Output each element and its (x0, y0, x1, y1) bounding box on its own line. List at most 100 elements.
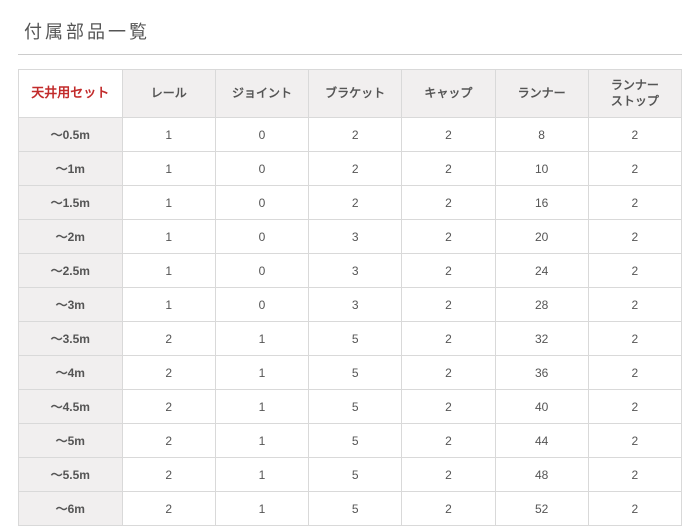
table-cell: 1 (122, 186, 215, 220)
table-cell: 48 (495, 458, 588, 492)
row-header: ～5.5m (19, 458, 123, 492)
table-cell: 2 (588, 152, 681, 186)
table-cell: 2 (588, 458, 681, 492)
table-cell: 2 (588, 118, 681, 152)
table-cell: 10 (495, 152, 588, 186)
table-cell: 2 (402, 424, 495, 458)
table-cell: 2 (402, 254, 495, 288)
page-title: 付属部品一覧 (18, 18, 682, 54)
table-cell: 16 (495, 186, 588, 220)
table-row: ～0.5m102282 (19, 118, 682, 152)
table-cell: 40 (495, 390, 588, 424)
table-cell: 5 (309, 492, 402, 526)
table-row: ～1m1022102 (19, 152, 682, 186)
table-cell: 3 (309, 254, 402, 288)
table-cell: 0 (215, 220, 308, 254)
table-cell: 0 (215, 254, 308, 288)
table-cell: 2 (588, 390, 681, 424)
table-cell: 44 (495, 424, 588, 458)
table-cell: 2 (309, 152, 402, 186)
table-cell: 5 (309, 390, 402, 424)
row-header: ～3m (19, 288, 123, 322)
row-header: ～1.5m (19, 186, 123, 220)
table-cell: 2 (402, 118, 495, 152)
col-header: ブラケット (309, 70, 402, 118)
table-cell: 2 (402, 220, 495, 254)
table-cell: 2 (588, 288, 681, 322)
table-cell: 5 (309, 424, 402, 458)
table-cell: 36 (495, 356, 588, 390)
table-cell: 2 (402, 356, 495, 390)
col-header: ランナー (495, 70, 588, 118)
table-row: ～4m2152362 (19, 356, 682, 390)
table-cell: 2 (309, 186, 402, 220)
table-cell: 2 (402, 186, 495, 220)
table-cell: 0 (215, 118, 308, 152)
table-corner-cell: 天井用セット (19, 70, 123, 118)
table-cell: 1 (215, 322, 308, 356)
table-cell: 1 (122, 220, 215, 254)
table-cell: 2 (402, 390, 495, 424)
table-cell: 1 (215, 356, 308, 390)
table-cell: 2 (402, 288, 495, 322)
table-cell: 2 (588, 186, 681, 220)
table-cell: 28 (495, 288, 588, 322)
table-cell: 2 (402, 492, 495, 526)
row-header: ～5m (19, 424, 123, 458)
table-cell: 2 (588, 424, 681, 458)
table-cell: 1 (215, 390, 308, 424)
table-cell: 3 (309, 220, 402, 254)
table-cell: 24 (495, 254, 588, 288)
row-header: ～6m (19, 492, 123, 526)
table-cell: 20 (495, 220, 588, 254)
table-cell: 2 (588, 220, 681, 254)
table-row: ～1.5m1022162 (19, 186, 682, 220)
table-row: ～3m1032282 (19, 288, 682, 322)
row-header: ～0.5m (19, 118, 123, 152)
table-cell: 2 (122, 458, 215, 492)
table-cell: 2 (402, 152, 495, 186)
table-cell: 5 (309, 458, 402, 492)
table-row: ～5m2152442 (19, 424, 682, 458)
row-header: ～1m (19, 152, 123, 186)
table-row: ～5.5m2152482 (19, 458, 682, 492)
col-header: レール (122, 70, 215, 118)
table-cell: 1 (122, 254, 215, 288)
table-row: ～6m2152522 (19, 492, 682, 526)
table-cell: 3 (309, 288, 402, 322)
table-cell: 2 (309, 118, 402, 152)
col-header: キャップ (402, 70, 495, 118)
table-row: ～2.5m1032242 (19, 254, 682, 288)
title-rule (18, 54, 682, 55)
row-header: ～3.5m (19, 322, 123, 356)
table-row: ～4.5m2152402 (19, 390, 682, 424)
table-cell: 32 (495, 322, 588, 356)
table-cell: 2 (122, 390, 215, 424)
table-cell: 2 (588, 322, 681, 356)
parts-table: 天井用セット レール ジョイント ブラケット キャップ ランナー ランナーストッ… (18, 69, 682, 526)
table-cell: 2 (122, 356, 215, 390)
table-cell: 1 (215, 424, 308, 458)
table-cell: 1 (122, 152, 215, 186)
row-header: ～4m (19, 356, 123, 390)
table-cell: 8 (495, 118, 588, 152)
table-cell: 2 (122, 492, 215, 526)
table-cell: 0 (215, 288, 308, 322)
table-cell: 2 (122, 322, 215, 356)
table-row: ～3.5m2152322 (19, 322, 682, 356)
table-cell: 5 (309, 356, 402, 390)
table-row: ～2m1032202 (19, 220, 682, 254)
table-cell: 1 (122, 118, 215, 152)
table-cell: 0 (215, 152, 308, 186)
table-cell: 2 (588, 356, 681, 390)
row-header: ～2.5m (19, 254, 123, 288)
table-cell: 1 (122, 288, 215, 322)
table-header-row: 天井用セット レール ジョイント ブラケット キャップ ランナー ランナーストッ… (19, 70, 682, 118)
table-cell: 2 (588, 492, 681, 526)
col-header: ランナーストップ (588, 70, 681, 118)
row-header: ～2m (19, 220, 123, 254)
table-cell: 2 (402, 322, 495, 356)
col-header: ジョイント (215, 70, 308, 118)
table-cell: 2 (122, 424, 215, 458)
table-cell: 1 (215, 458, 308, 492)
